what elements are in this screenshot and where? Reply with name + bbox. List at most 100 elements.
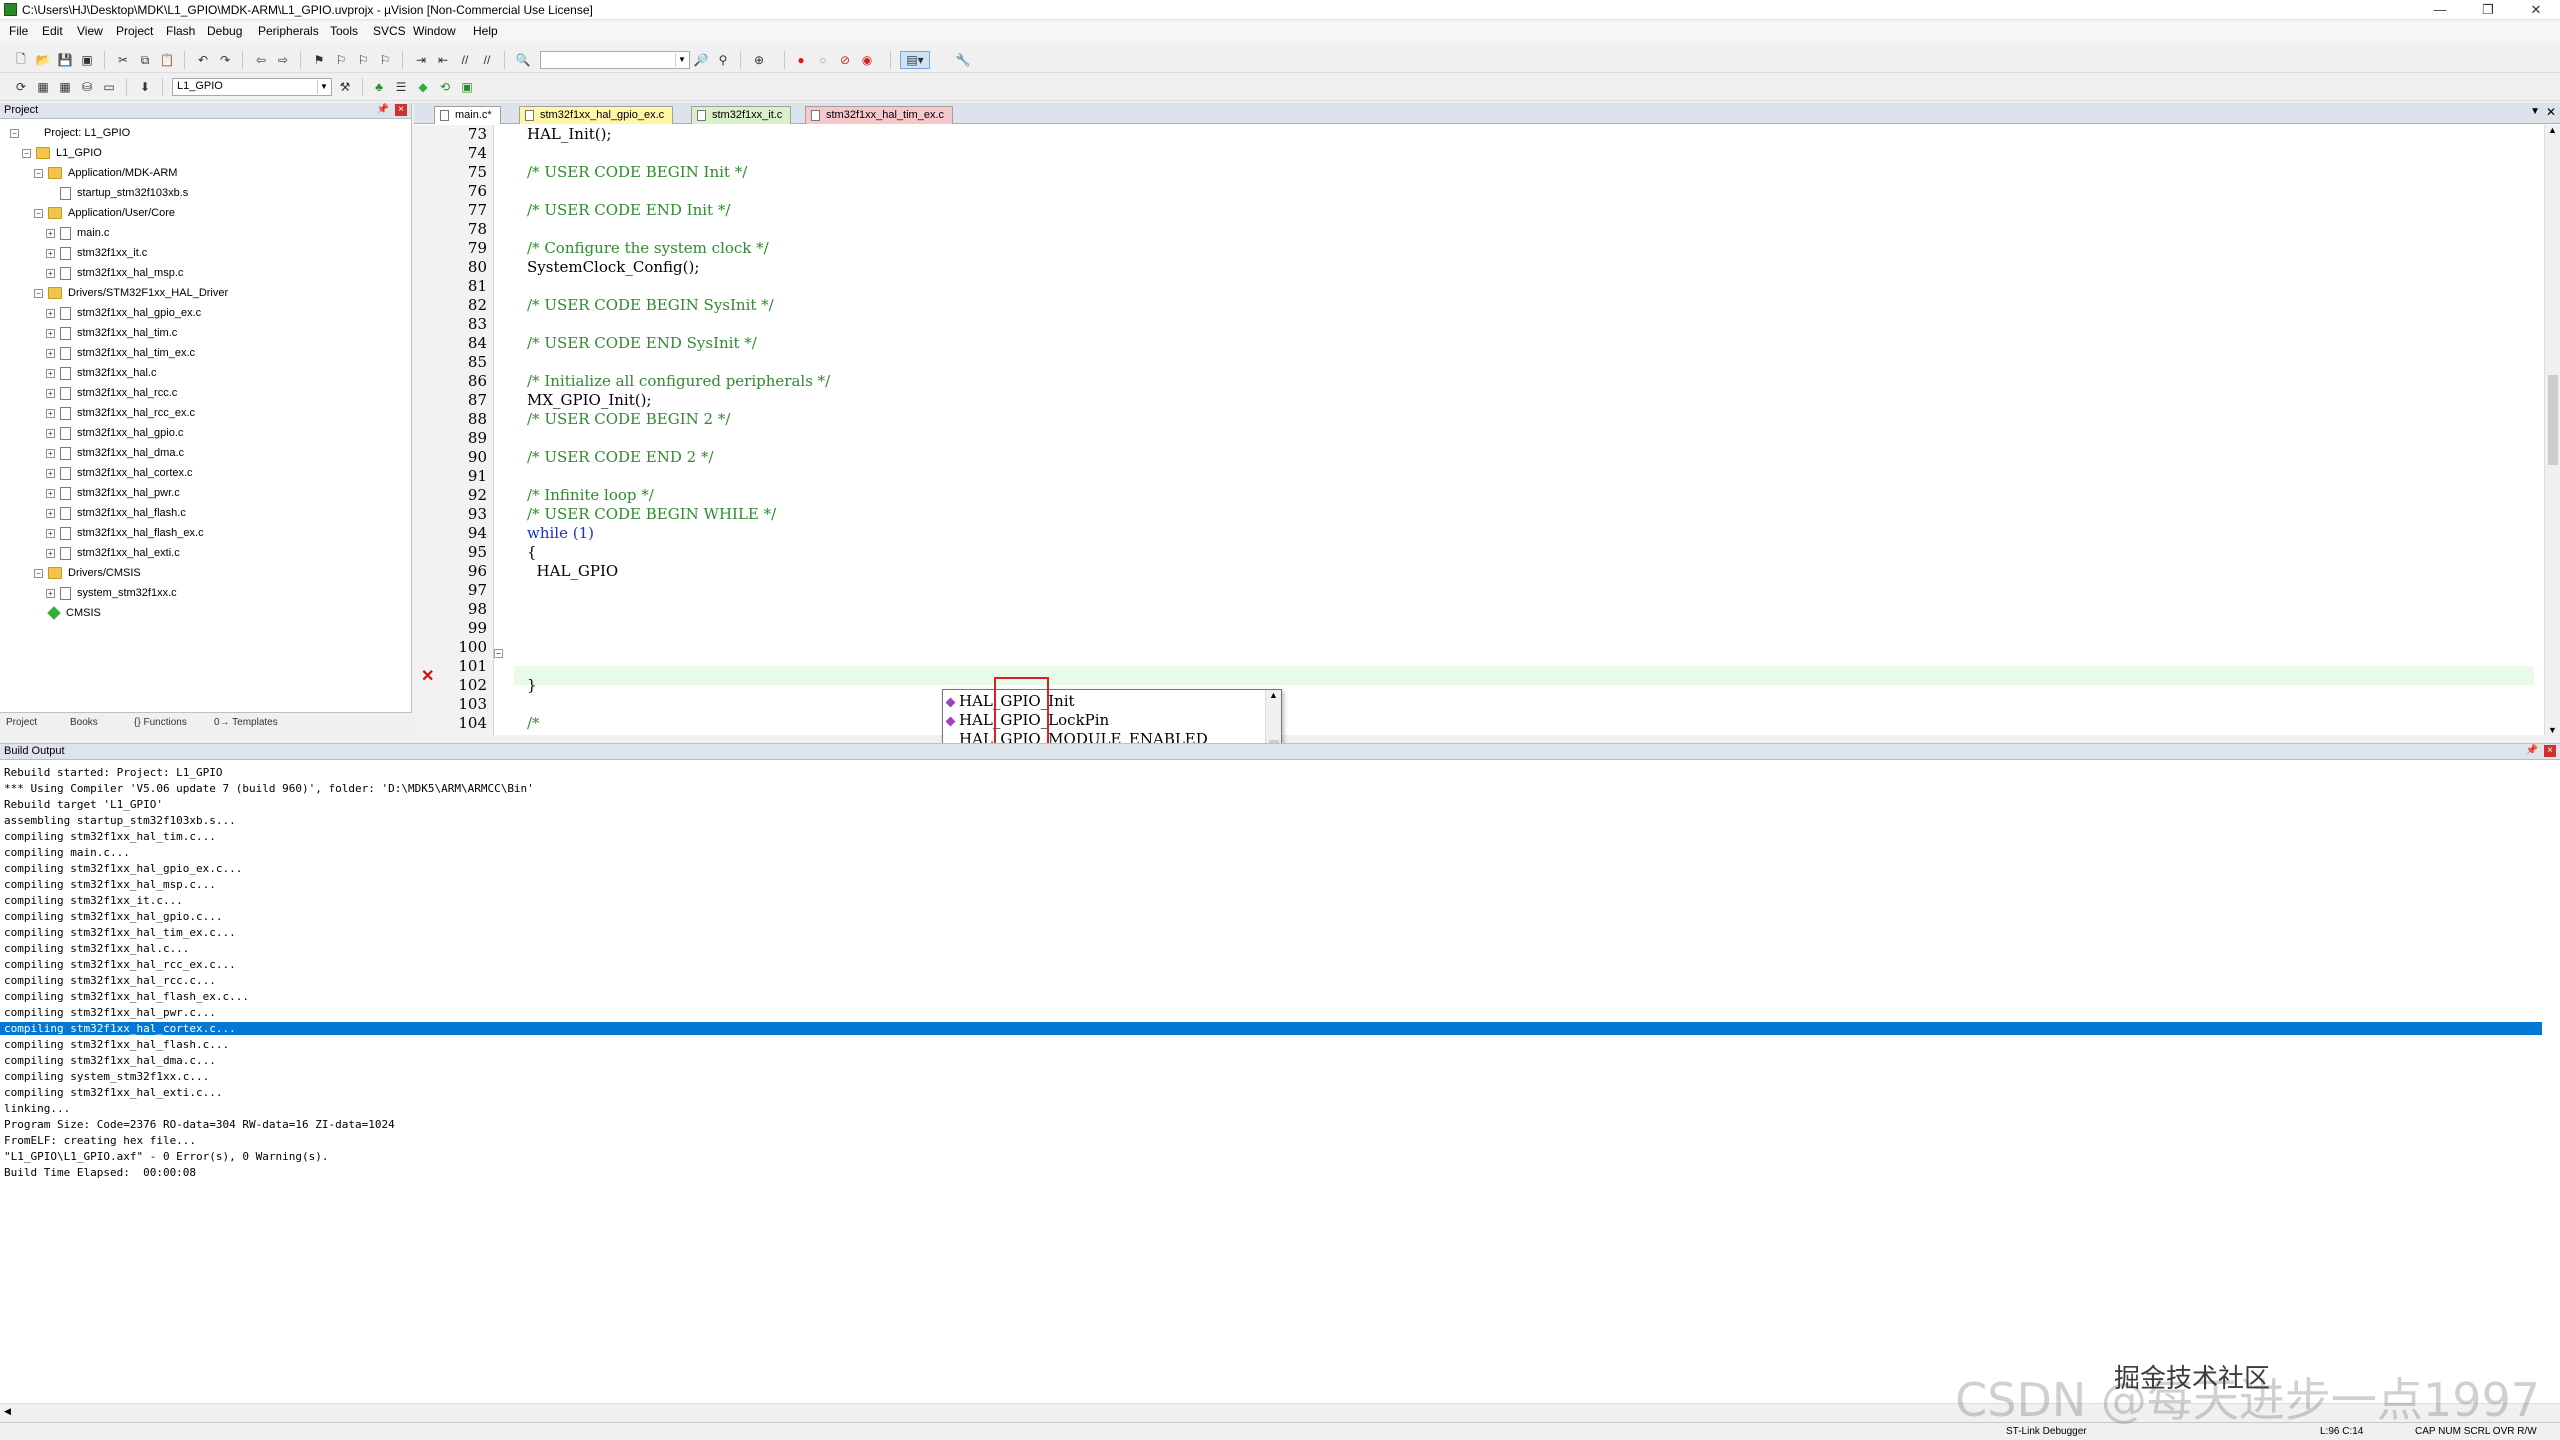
redo-icon[interactable]: ↷ — [216, 51, 234, 69]
undo-icon[interactable]: ↶ — [194, 51, 212, 69]
menu-window[interactable]: Window — [413, 24, 456, 38]
target-options-icon[interactable]: ⚒ — [336, 78, 354, 96]
build-output-line[interactable]: compiling main.c... — [4, 846, 130, 859]
menu-view[interactable]: View — [77, 24, 103, 38]
chevron-down-icon[interactable]: ▼ — [317, 80, 330, 94]
rebuild-icon[interactable]: ▦ — [56, 78, 74, 96]
menu-peripherals[interactable]: Peripherals — [258, 24, 319, 38]
menu-file[interactable]: File — [9, 24, 28, 38]
scroll-left-icon[interactable]: ◀ — [4, 1406, 11, 1417]
translate-icon[interactable]: ⟳ — [12, 78, 30, 96]
comment-icon[interactable]: // — [456, 51, 474, 69]
collapse-icon[interactable]: − — [34, 208, 43, 218]
tree-item[interactable]: − Project: L1_GPIO — [10, 123, 130, 143]
pin-icon[interactable]: 📌 — [377, 104, 389, 115]
tab-main-c[interactable]: main.c* — [434, 106, 501, 124]
tab-stm32f1xx-it-c[interactable]: stm32f1xx_it.c — [691, 106, 792, 124]
cut-icon[interactable]: ✂ — [114, 51, 132, 69]
batch-build-icon[interactable]: ⛁ — [78, 78, 96, 96]
stop-build-icon[interactable]: ▭ — [100, 78, 118, 96]
expand-icon[interactable]: + — [46, 548, 55, 558]
expand-icon[interactable]: + — [46, 348, 55, 358]
clear-bookmarks-icon[interactable]: ⚐ — [376, 51, 394, 69]
tree-item[interactable]: startup_stm32f103xb.s — [46, 183, 188, 203]
build-output-line[interactable]: compiling stm32f1xx_hal_dma.c... — [4, 1054, 216, 1067]
tree-item[interactable]: + stm32f1xx_hal_pwr.c — [46, 483, 180, 503]
scrollbar-thumb[interactable] — [2548, 375, 2558, 465]
tree-item[interactable]: + system_stm32f1xx.c — [46, 583, 177, 603]
find-icon[interactable]: 🔎 — [692, 51, 710, 69]
find-combo[interactable]: ▼ — [540, 51, 690, 69]
expand-icon[interactable]: + — [46, 388, 55, 398]
target-select[interactable]: L1_GPIO ▼ — [172, 78, 332, 96]
build-output-line[interactable]: compiling stm32f1xx_hal_rcc_ex.c... — [4, 958, 236, 971]
tab-stm32f1xx-hal-tim-ex-c[interactable]: stm32f1xx_hal_tim_ex.c — [805, 106, 953, 124]
close-icon[interactable]: × — [395, 104, 407, 116]
build-output-line[interactable]: *** Using Compiler 'V5.06 update 7 (buil… — [4, 782, 534, 795]
find-in-files-icon[interactable]: 🔍 — [514, 51, 532, 69]
tree-item[interactable]: − Application/User/Core — [34, 203, 175, 223]
enable-breakpoint-icon[interactable]: ○ — [814, 51, 832, 69]
build-output-line[interactable]: compiling stm32f1xx_hal_gpio.c... — [4, 910, 223, 923]
build-output-line[interactable]: compiling stm32f1xx_hal_exti.c... — [4, 1086, 223, 1099]
copy-icon[interactable]: ⧉ — [136, 51, 154, 69]
pin-icon[interactable]: 📌 — [2526, 745, 2538, 756]
build-output-line[interactable]: Program Size: Code=2376 RO-data=304 RW-d… — [4, 1118, 395, 1131]
open-file-icon[interactable]: 📂 — [34, 51, 52, 69]
close-icon[interactable]: × — [2544, 745, 2556, 757]
tree-item[interactable]: − Drivers/STM32F1xx_HAL_Driver — [34, 283, 228, 303]
close-editor-icon[interactable]: ✕ — [2546, 105, 2556, 119]
tab-project[interactable]: Project — [6, 717, 37, 728]
tree-item[interactable]: + stm32f1xx_hal_exti.c — [46, 543, 180, 563]
build-output-line[interactable]: compiling stm32f1xx_hal_rcc.c... — [4, 974, 216, 987]
tree-item[interactable]: + stm32f1xx_hal.c — [46, 363, 156, 383]
editor-vertical-scrollbar[interactable]: ▲ ▼ — [2544, 125, 2560, 735]
expand-icon[interactable]: + — [46, 408, 55, 418]
menu-tools[interactable]: Tools — [330, 24, 358, 38]
nav-forward-icon[interactable]: ⇨ — [274, 51, 292, 69]
build-output-line[interactable]: assembling startup_stm32f103xb.s... — [4, 814, 236, 827]
expand-icon[interactable]: + — [46, 228, 55, 238]
nav-back-icon[interactable]: ⇦ — [252, 51, 270, 69]
expand-icon[interactable]: + — [46, 448, 55, 458]
expand-icon[interactable]: + — [46, 528, 55, 538]
expand-icon[interactable]: + — [46, 248, 55, 258]
build-output-line[interactable]: linking... — [4, 1102, 70, 1115]
expand-icon[interactable]: + — [46, 428, 55, 438]
build-output-line[interactable]: compiling stm32f1xx_hal_tim_ex.c... — [4, 926, 236, 939]
breakpoint-icon[interactable]: ● — [792, 51, 810, 69]
tab-list-chevron-icon[interactable]: ▼ — [2530, 106, 2540, 117]
chevron-down-icon[interactable]: ▼ — [675, 53, 688, 67]
next-bookmark-icon[interactable]: ⚐ — [354, 51, 372, 69]
tab-books[interactable]: Books — [70, 717, 98, 728]
tree-item[interactable]: − Drivers/CMSIS — [34, 563, 141, 583]
save-icon[interactable]: 💾 — [56, 51, 74, 69]
build-output-line[interactable]: compiling stm32f1xx_hal_pwr.c... — [4, 1006, 216, 1019]
expand-icon[interactable]: + — [46, 508, 55, 518]
indent-icon[interactable]: ⇥ — [412, 51, 430, 69]
tab-functions[interactable]: {} Functions — [134, 717, 187, 728]
scroll-down-icon[interactable]: ▼ — [2548, 725, 2557, 735]
window-layout-icon[interactable]: ▤▾ — [900, 51, 930, 69]
manage-rte-icon[interactable]: ◆ — [414, 78, 432, 96]
tree-item[interactable]: + stm32f1xx_hal_cortex.c — [46, 463, 193, 483]
build-output-line[interactable]: compiling system_stm32f1xx.c... — [4, 1070, 209, 1083]
collapse-icon[interactable]: − — [22, 148, 31, 158]
collapse-icon[interactable]: − — [34, 168, 43, 178]
prev-bookmark-icon[interactable]: ⚐ — [332, 51, 350, 69]
tree-item[interactable]: CMSIS — [34, 603, 101, 623]
build-output-line[interactable]: compiling stm32f1xx_hal_msp.c... — [4, 878, 216, 891]
unindent-icon[interactable]: ⇤ — [434, 51, 452, 69]
build-output-line[interactable]: compiling stm32f1xx_hal_flash_ex.c... — [4, 990, 249, 1003]
expand-icon[interactable]: + — [46, 588, 55, 598]
build-output-line[interactable]: FromELF: creating hex file... — [4, 1134, 196, 1147]
restore-button[interactable]: ❐ — [2465, 0, 2511, 20]
expand-icon[interactable]: + — [46, 468, 55, 478]
bookmark-icon[interactable]: ⚑ — [310, 51, 328, 69]
scroll-up-icon[interactable]: ▲ — [2548, 125, 2557, 135]
tree-item[interactable]: + stm32f1xx_hal_gpio_ex.c — [46, 303, 201, 323]
disable-breakpoints-icon[interactable]: ⊘ — [836, 51, 854, 69]
tree-item[interactable]: − Application/MDK-ARM — [34, 163, 177, 183]
close-window-button[interactable]: ✕ — [2513, 0, 2559, 20]
build-output-line[interactable]: Rebuild started: Project: L1_GPIO — [4, 766, 223, 779]
